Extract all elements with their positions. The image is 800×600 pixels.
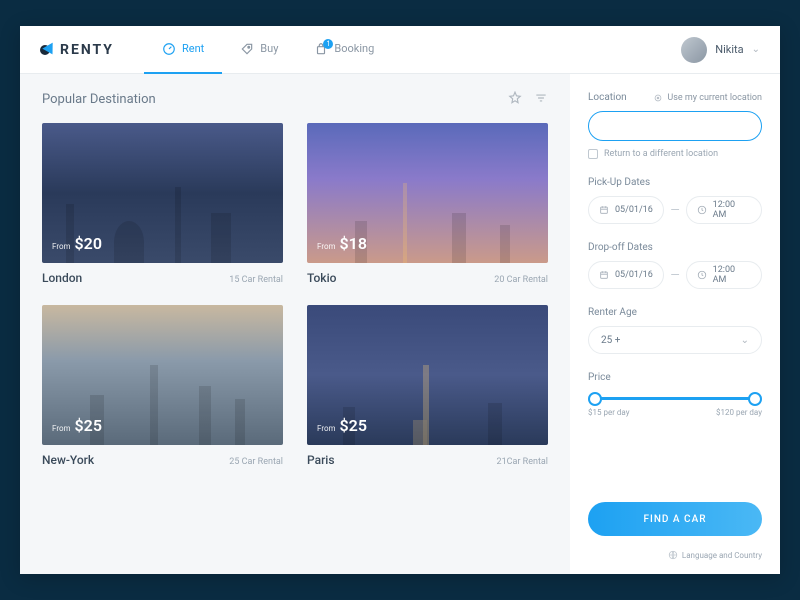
- price-from: From: [317, 242, 336, 251]
- city-name: London: [42, 271, 82, 285]
- pickup-field: Pick-Up Dates 05/01/16 — 12:00 AM: [588, 177, 762, 224]
- price-tag: From $18: [317, 234, 367, 253]
- location-field: Location Use my current location Return …: [588, 92, 762, 159]
- clock-icon: [697, 270, 707, 280]
- card-tokyo[interactable]: From $18 Tokio 20 Car Rental: [307, 123, 548, 285]
- price-tag: From $20: [52, 234, 102, 253]
- city-name: Paris: [307, 453, 335, 467]
- nav-booking[interactable]: 1 Booking: [296, 26, 392, 74]
- age-select[interactable]: 25 + ⌄: [588, 326, 762, 354]
- price-max: $120 per day: [716, 408, 762, 417]
- dropoff-field: Drop-off Dates 05/01/16 — 12:00 AM: [588, 242, 762, 289]
- card-paris[interactable]: From $25 Paris 21Car Rental: [307, 305, 548, 467]
- header: RENTY Rent Buy 1 Booking: [20, 26, 780, 74]
- user-menu[interactable]: Nikita ⌄: [681, 37, 760, 63]
- brand-text: RENTY: [60, 42, 114, 58]
- user-name: Nikita: [715, 43, 743, 56]
- chevron-down-icon: ⌄: [752, 44, 760, 55]
- chevron-down-icon: ⌄: [741, 335, 749, 346]
- price-min: $15 per day: [588, 408, 630, 417]
- price-field: Price $15 per day $120 per day: [588, 372, 762, 417]
- dropoff-time-input[interactable]: 12:00 AM: [686, 261, 762, 289]
- price-value: $25: [340, 416, 367, 435]
- use-location-link[interactable]: Use my current location: [653, 93, 762, 103]
- date-separator: —: [670, 203, 679, 217]
- logo-icon: [40, 43, 54, 57]
- age-label: Renter Age: [588, 307, 762, 318]
- card-london[interactable]: From $20 London 15 Car Rental: [42, 123, 283, 285]
- speedometer-icon: [162, 42, 176, 56]
- price-from: From: [317, 424, 336, 433]
- crosshair-icon: [653, 93, 663, 103]
- bag-icon: 1: [314, 42, 328, 56]
- slider-thumb-max[interactable]: [748, 392, 762, 406]
- slider-thumb-min[interactable]: [588, 392, 602, 406]
- rental-count: 25 Car Rental: [229, 457, 283, 467]
- checkbox-icon: [588, 149, 598, 159]
- pickup-time-input[interactable]: 12:00 AM: [686, 196, 762, 224]
- main-nav: Rent Buy 1 Booking: [144, 26, 392, 74]
- calendar-icon: [599, 205, 609, 215]
- avatar: [681, 37, 707, 63]
- section-header: Popular Destination: [42, 90, 548, 109]
- logo[interactable]: RENTY: [40, 42, 114, 58]
- city-name: Tokio: [307, 271, 336, 285]
- find-car-button[interactable]: FIND A CAR: [588, 502, 762, 536]
- clock-icon: [697, 205, 707, 215]
- nav-rent-label: Rent: [182, 42, 204, 55]
- tag-icon: [240, 42, 254, 56]
- nav-buy[interactable]: Buy: [222, 26, 296, 74]
- nav-buy-label: Buy: [260, 42, 278, 55]
- card-newyork[interactable]: From $25 New-York 25 Car Rental: [42, 305, 283, 467]
- price-value: $20: [75, 234, 102, 253]
- calendar-icon: [599, 270, 609, 280]
- card-image: From $25: [42, 305, 283, 445]
- nav-booking-label: Booking: [334, 42, 374, 55]
- body: Popular Destination: [20, 74, 780, 574]
- rental-count: 15 Car Rental: [229, 275, 283, 285]
- globe-icon: [668, 550, 678, 560]
- star-icon[interactable]: [508, 90, 522, 109]
- app-window: RENTY Rent Buy 1 Booking: [20, 26, 780, 574]
- card-image: From $18: [307, 123, 548, 263]
- dropoff-label: Drop-off Dates: [588, 242, 762, 253]
- price-from: From: [52, 242, 71, 251]
- pickup-date-input[interactable]: 05/01/16: [588, 196, 664, 224]
- price-from: From: [52, 424, 71, 433]
- age-field: Renter Age 25 + ⌄: [588, 307, 762, 354]
- destination-grid: From $20 London 15 Car Rental: [42, 123, 548, 467]
- price-label: Price: [588, 372, 762, 383]
- price-value: $25: [75, 416, 102, 435]
- search-sidebar: Location Use my current location Return …: [570, 74, 780, 574]
- price-tag: From $25: [317, 416, 367, 435]
- price-value: $18: [340, 234, 367, 253]
- city-name: New-York: [42, 453, 94, 467]
- card-image: From $20: [42, 123, 283, 263]
- rental-count: 21Car Rental: [497, 457, 548, 467]
- language-link[interactable]: Language and Country: [588, 550, 762, 560]
- main-content: Popular Destination: [20, 74, 570, 574]
- nav-rent[interactable]: Rent: [144, 26, 222, 74]
- price-tag: From $25: [52, 416, 102, 435]
- section-title: Popular Destination: [42, 92, 156, 107]
- diff-location-checkbox[interactable]: Return to a different location: [588, 149, 762, 159]
- filter-icon[interactable]: [534, 90, 548, 109]
- card-image: From $25: [307, 305, 548, 445]
- pickup-label: Pick-Up Dates: [588, 177, 762, 188]
- booking-badge: 1: [323, 39, 333, 49]
- rental-count: 20 Car Rental: [494, 275, 548, 285]
- location-label: Location: [588, 92, 627, 103]
- dropoff-date-input[interactable]: 05/01/16: [588, 261, 664, 289]
- location-input[interactable]: [588, 111, 762, 141]
- date-separator: —: [670, 268, 679, 282]
- price-slider[interactable]: [588, 397, 762, 400]
